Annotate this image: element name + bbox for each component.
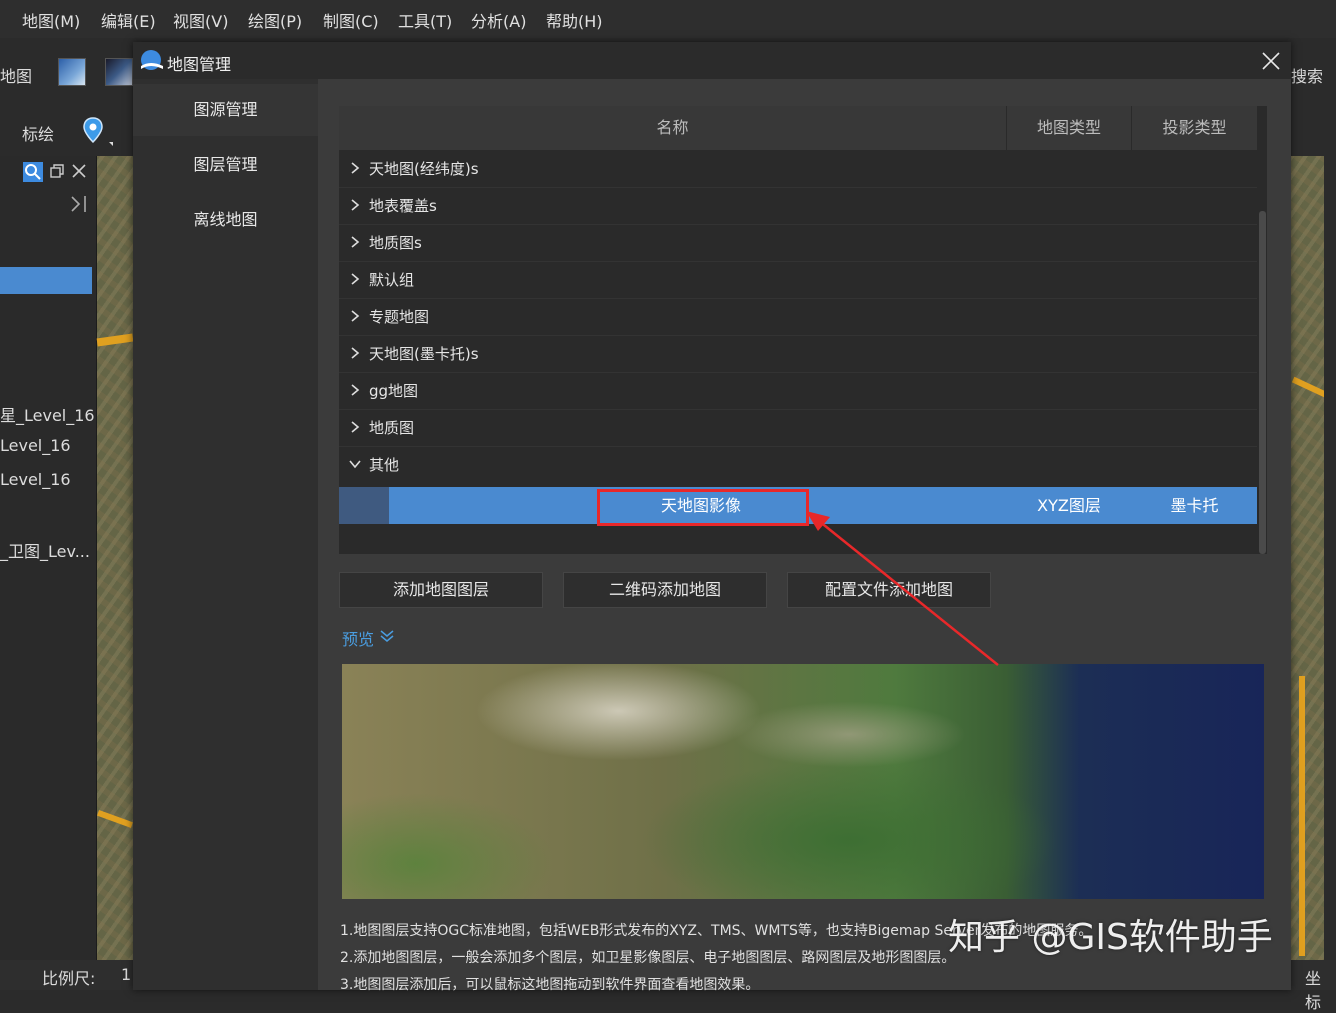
menu-view[interactable]: 视图(V) (173, 8, 228, 32)
menu-help[interactable]: 帮助(H) (546, 8, 603, 32)
scale-label: 比例尺: (42, 969, 96, 988)
chevron-right-icon[interactable] (347, 234, 363, 250)
satellite-thumbnail-icon[interactable] (58, 58, 86, 86)
map-preview-image (342, 664, 1264, 899)
layer-panel: 星_Level_16 Level_16 Level_16 _卫图_Lev... (0, 156, 97, 960)
table-row[interactable]: 天地图(经纬度)s (339, 150, 1257, 188)
group-label: 地表覆盖s (369, 197, 437, 215)
layer-item[interactable]: Level_16 (0, 436, 71, 455)
add-map-layer-button[interactable]: 添加地图图层 (339, 572, 543, 608)
chevron-down-icon[interactable] (347, 456, 363, 472)
group-label: 专题地图 (369, 308, 430, 326)
close-icon[interactable] (1262, 52, 1280, 70)
menu-tools[interactable]: 工具(T) (398, 8, 452, 32)
nav-layer-management[interactable]: 图层管理 (133, 139, 318, 191)
preview-toggle[interactable]: 预览 (342, 626, 374, 650)
scrollbar-thumb[interactable] (1259, 211, 1266, 554)
group-label: 默认组 (369, 271, 415, 289)
app-logo-icon (141, 50, 163, 70)
column-name[interactable]: 名称 (339, 106, 1006, 150)
nav-source-management[interactable]: 图源管理 (133, 84, 318, 136)
menu-analysis[interactable]: 分析(A) (471, 8, 526, 32)
group-label: 其他 (369, 456, 400, 474)
coordinate-label: 坐标 (1305, 969, 1322, 1012)
highlight-box (597, 489, 809, 526)
watermark-text: 知乎 @GIS软件助手 (948, 917, 1273, 958)
double-chevron-down-icon[interactable] (379, 628, 395, 644)
note-line-2: 2.添加地图图层，一般会添加多个图层，如卫星影像图层、电子地图图层、路网图层及地… (340, 950, 956, 966)
menu-bar: 地图(M) 编辑(E) 视图(V) 绘图(P) 制图(C) 工具(T) 分析(A… (0, 0, 1336, 39)
chevron-right-icon[interactable] (347, 197, 363, 213)
table-row[interactable]: 地质图 (339, 409, 1257, 447)
group-label: gg地图 (369, 382, 419, 400)
annotation-arrow-icon (806, 511, 999, 666)
location-pin-icon[interactable] (82, 116, 118, 148)
chevron-right-icon[interactable] (347, 345, 363, 361)
chevron-right-icon[interactable] (347, 308, 363, 324)
group-label: 天地图(墨卡托)s (369, 345, 479, 363)
column-projection[interactable]: 投影类型 (1132, 106, 1257, 150)
selected-layer-row[interactable] (0, 267, 92, 294)
table-row[interactable]: 其他 (339, 446, 1257, 483)
menu-cartography[interactable]: 制图(C) (323, 8, 379, 32)
restore-icon[interactable] (50, 164, 64, 178)
toolbar-map-label: 地图 (0, 67, 33, 86)
layer-item[interactable]: _卫图_Lev... (0, 538, 90, 562)
layer-item[interactable]: 星_Level_16 (0, 402, 95, 426)
dialog-title: 地图管理 (167, 55, 232, 74)
row-projection: 墨卡托 (1170, 496, 1219, 515)
chevron-right-icon[interactable] (347, 271, 363, 287)
chevron-right-icon[interactable] (347, 419, 363, 435)
dialog-nav: 图源管理 图层管理 离线地图 (133, 79, 318, 990)
collapse-panel-icon[interactable] (70, 195, 88, 213)
search-icon[interactable] (23, 162, 43, 182)
menu-edit[interactable]: 编辑(E) (101, 8, 156, 32)
note-line-3: 3.地图图层添加后，可以鼠标这地图拖动到软件界面查看地图效果。 (340, 977, 760, 993)
table-row[interactable]: 默认组 (339, 261, 1257, 299)
night-map-thumbnail-icon[interactable] (105, 58, 133, 86)
column-map-type[interactable]: 地图类型 (1007, 106, 1131, 150)
table-header: 名称 地图类型 投影类型 (339, 106, 1257, 151)
group-label: 地质图 (369, 419, 415, 437)
group-label: 地质图s (369, 234, 422, 252)
dialog-title-bar[interactable]: 地图管理 (133, 42, 1291, 79)
chevron-right-icon[interactable] (347, 160, 363, 176)
menu-map[interactable]: 地图(M) (22, 8, 80, 32)
qr-add-map-button[interactable]: 二维码添加地图 (563, 572, 767, 608)
toolbar-mark-label: 标绘 (22, 125, 55, 144)
right-panel-edge (1324, 156, 1336, 960)
row-map-type: XYZ图层 (1037, 496, 1101, 515)
table-row[interactable]: gg地图 (339, 372, 1257, 410)
background-map-left[interactable] (96, 156, 134, 960)
map-source-table: 名称 地图类型 投影类型 天地图(经纬度)s 地表覆盖s 地质图s 默认组 专题… (339, 106, 1267, 554)
row-indent (339, 487, 389, 524)
menu-draw[interactable]: 绘图(P) (248, 8, 302, 32)
table-row[interactable]: 专题地图 (339, 298, 1257, 336)
nav-offline-map[interactable]: 离线地图 (133, 194, 318, 246)
table-row[interactable]: 天地图(墨卡托)s (339, 335, 1257, 373)
close-icon[interactable] (72, 164, 86, 178)
group-label: 天地图(经纬度)s (369, 160, 479, 178)
chevron-right-icon[interactable] (347, 382, 363, 398)
toolbar-search-label[interactable]: 搜索 (1291, 63, 1323, 87)
layer-item[interactable]: Level_16 (0, 470, 71, 489)
table-row[interactable]: 地表覆盖s (339, 187, 1257, 225)
table-row[interactable]: 地质图s (339, 224, 1257, 262)
